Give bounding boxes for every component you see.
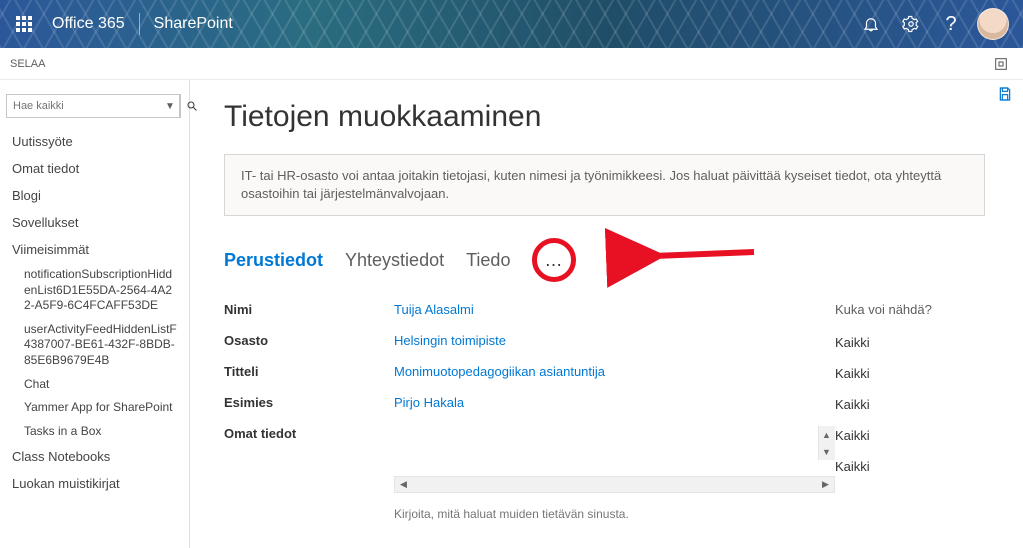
- focus-content-button[interactable]: [989, 52, 1013, 76]
- bell-icon: [862, 15, 880, 33]
- visibility-value: Kaikki: [835, 366, 985, 381]
- field-value-titteli[interactable]: Monimuotopedagogiikan asiantuntija: [394, 364, 835, 379]
- help-button[interactable]: ?: [931, 0, 971, 48]
- scroll-down-icon[interactable]: ▼: [818, 443, 835, 460]
- horizontal-scrollbar[interactable]: ◀ ▶: [394, 476, 835, 493]
- field-row: Osasto Helsingin toimipiste: [224, 333, 835, 348]
- focus-icon: [993, 56, 1009, 72]
- page-title: Tietojen muokkaaminen: [224, 100, 985, 134]
- nav-uutissyote[interactable]: Uutissyöte: [0, 128, 189, 155]
- field-row: Nimi Tuija Alasalmi: [224, 302, 835, 317]
- save-shortcut[interactable]: [997, 86, 1013, 105]
- field-label: Titteli: [224, 364, 394, 379]
- notifications-button[interactable]: [851, 0, 891, 48]
- field-row: Titteli Monimuotopedagogiikan asiantunti…: [224, 364, 835, 379]
- question-icon: ?: [945, 13, 956, 36]
- nav-viimeisimmat[interactable]: Viimeisimmät: [0, 236, 189, 263]
- tabs-overflow-button[interactable]: …: [544, 250, 564, 271]
- tab-perustiedot[interactable]: Perustiedot: [224, 250, 323, 271]
- vertical-scrollbar[interactable]: ▲ ▼: [818, 426, 835, 460]
- visibility-value: Kaikki: [835, 335, 985, 350]
- tab-tiedot[interactable]: Tiedo: [466, 250, 510, 271]
- scroll-up-icon[interactable]: ▲: [818, 426, 835, 443]
- search-input[interactable]: [7, 100, 161, 112]
- field-label: Osasto: [224, 333, 394, 348]
- visibility-value: Kaikki: [835, 397, 985, 412]
- save-icon: [997, 86, 1013, 102]
- field-value-nimi[interactable]: Tuija Alasalmi: [394, 302, 835, 317]
- omat-tiedot-editor[interactable]: ▲ ▼: [394, 426, 835, 460]
- waffle-icon: [16, 16, 32, 32]
- settings-button[interactable]: [891, 0, 931, 48]
- field-row: Omat tiedot ▲ ▼: [224, 426, 835, 460]
- nav-recent-item[interactable]: userActivityFeedHiddenListF4387007-BE61-…: [0, 318, 189, 373]
- nav-blogi[interactable]: Blogi: [0, 182, 189, 209]
- field-value-osasto[interactable]: Helsingin toimipiste: [394, 333, 835, 348]
- nav-recent-item[interactable]: Chat: [0, 373, 189, 397]
- nav-recent-item[interactable]: Tasks in a Box: [0, 420, 189, 444]
- field-label: Omat tiedot: [224, 426, 394, 441]
- ribbon-row: SELAA: [0, 48, 1023, 80]
- nav-omat-tiedot[interactable]: Omat tiedot: [0, 155, 189, 182]
- nav-class-notebooks[interactable]: Class Notebooks: [0, 443, 189, 470]
- scroll-left-icon[interactable]: ◀: [395, 477, 412, 492]
- nav-luokan-muistikirjat[interactable]: Luokan muistikirjat: [0, 470, 189, 497]
- separator: [139, 13, 140, 35]
- annotation-arrow: [644, 234, 764, 289]
- user-avatar[interactable]: [977, 8, 1009, 40]
- brand-label[interactable]: Office 365: [52, 15, 125, 33]
- suite-bar: Office 365 SharePoint ?: [0, 0, 1023, 48]
- scroll-right-icon[interactable]: ▶: [817, 477, 834, 492]
- site-label[interactable]: SharePoint: [154, 15, 233, 33]
- field-row: Esimies Pirjo Hakala: [224, 395, 835, 410]
- nav-sovellukset[interactable]: Sovellukset: [0, 209, 189, 236]
- search-scope-dropdown[interactable]: ▼: [161, 101, 179, 112]
- app-launcher[interactable]: [8, 8, 40, 40]
- visibility-header: Kuka voi nähdä?: [835, 302, 985, 317]
- helper-text: Kirjoita, mitä haluat muiden tietävän si…: [394, 507, 835, 521]
- visibility-value: Kaikki: [835, 428, 985, 443]
- search-box[interactable]: ▼: [6, 94, 181, 118]
- left-nav: ▼ Uutissyöte Omat tiedot Blogi Sovelluks…: [0, 80, 190, 548]
- nav-recent-item[interactable]: Yammer App for SharePoint: [0, 396, 189, 420]
- profile-tabs: Perustiedot Yhteystiedot Tiedo …: [224, 238, 985, 282]
- field-label: Nimi: [224, 302, 394, 317]
- ribbon-browse-tab[interactable]: SELAA: [10, 58, 45, 70]
- main-content: Tietojen muokkaaminen IT- tai HR-osasto …: [190, 80, 1023, 548]
- tab-yhteystiedot[interactable]: Yhteystiedot: [345, 250, 444, 271]
- field-label: Esimies: [224, 395, 394, 410]
- info-banner: IT- tai HR-osasto voi antaa joitakin tie…: [224, 154, 985, 216]
- nav-recent-item[interactable]: notificationSubscriptionHiddenList6D1E55…: [0, 263, 189, 318]
- gear-icon: [902, 15, 920, 33]
- field-value-esimies[interactable]: Pirjo Hakala: [394, 395, 835, 410]
- visibility-value: Kaikki: [835, 459, 985, 474]
